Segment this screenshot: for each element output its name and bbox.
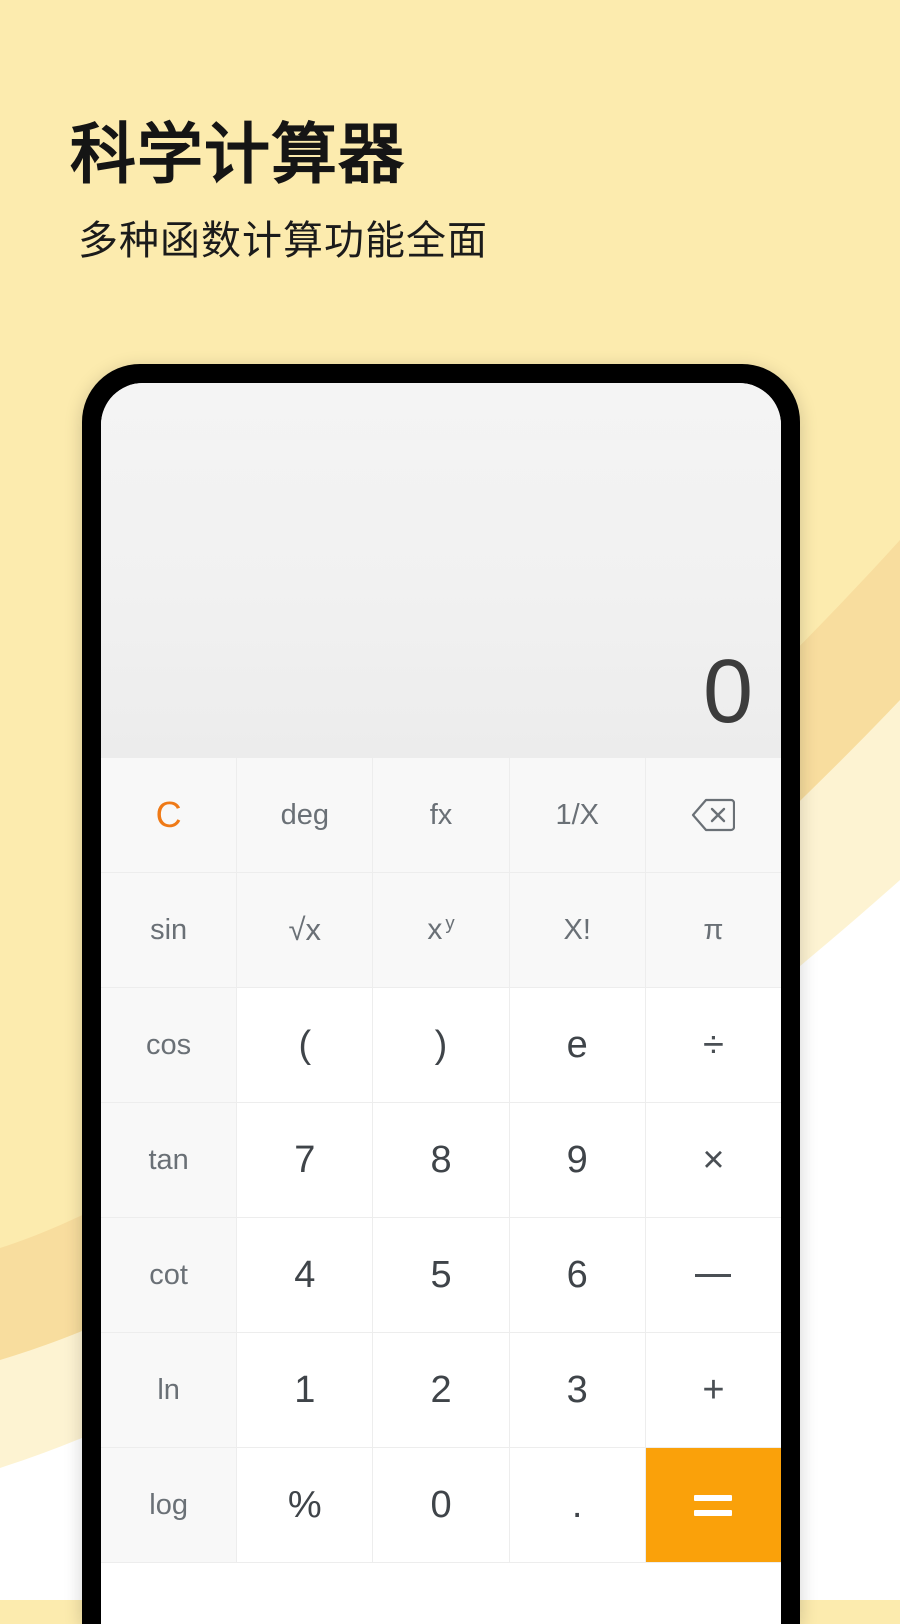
keypad-row: cos() e ÷ — [101, 988, 781, 1103]
calculator-display: 0 — [101, 383, 781, 758]
page-subtitle: 多种函数计算功能全面 — [78, 219, 488, 263]
keypad-row: Cdeg fx 1/X — [101, 758, 781, 873]
calculator-keypad: Cdeg fx 1/X sin √x x y X! π cos() e ÷ tan 7 8 9 × cot 4 5 6 l… — [101, 758, 781, 1563]
key-subtract[interactable] — [645, 1218, 781, 1333]
key-ln[interactable]: ln — [101, 1333, 238, 1448]
key-log[interactable]: log — [101, 1448, 238, 1563]
keypad-row: ln 1 2 3 + — [101, 1333, 781, 1448]
key-pi[interactable]: π — [645, 873, 781, 988]
key-cot[interactable]: cot — [101, 1218, 238, 1333]
key-fx[interactable]: fx — [373, 758, 510, 873]
keypad-row: tan 7 8 9 × — [101, 1103, 781, 1218]
key-tan[interactable]: tan — [101, 1103, 238, 1218]
key-3[interactable]: 3 — [509, 1333, 646, 1448]
keypad-row: log% 0. — [101, 1448, 781, 1563]
key-equals[interactable] — [645, 1448, 781, 1563]
backspace-icon — [691, 798, 736, 832]
keypad-row: sin √x x y X! π — [101, 873, 781, 988]
key-6[interactable]: 6 — [509, 1218, 646, 1333]
key-add[interactable]: + — [645, 1333, 781, 1448]
key-decimal[interactable]: . — [509, 1448, 646, 1563]
page-title: 科学计算器 — [70, 117, 405, 191]
key-cos[interactable]: cos — [101, 988, 238, 1103]
keypad-row: cot 4 5 6 — [101, 1218, 781, 1333]
key-backspace[interactable] — [645, 758, 781, 873]
key-paren-close[interactable]: ) — [373, 988, 510, 1103]
phone-mockup: 0 Cdeg fx 1/X sin √x x y X! π cos() e ÷ tan 7 8 9 × cot 4 5… — [82, 364, 800, 1624]
key-percent[interactable]: % — [237, 1448, 374, 1563]
key-reciprocal[interactable]: 1/X — [509, 758, 646, 873]
minus-glyph — [695, 1273, 732, 1277]
key-sin[interactable]: sin — [101, 873, 238, 988]
power-glyph: xy — [427, 911, 455, 946]
phone-screen: 0 Cdeg fx 1/X sin √x x y X! π cos() e ÷ tan 7 8 9 × cot 4 5… — [101, 383, 781, 1624]
key-sqrt[interactable]: √x — [237, 873, 374, 988]
equals-glyph — [694, 1494, 733, 1516]
key-4[interactable]: 4 — [237, 1218, 374, 1333]
key-power[interactable]: xy — [373, 873, 510, 988]
key-8[interactable]: 8 — [373, 1103, 510, 1218]
key-paren-open[interactable]: ( — [237, 988, 374, 1103]
key-divide[interactable]: ÷ — [645, 988, 781, 1103]
key-clear[interactable]: C — [101, 758, 238, 873]
key-2[interactable]: 2 — [373, 1333, 510, 1448]
key-deg[interactable]: deg — [237, 758, 374, 873]
display-value: 0 — [702, 642, 753, 742]
key-7[interactable]: 7 — [237, 1103, 374, 1218]
sqrt-glyph: √x — [288, 912, 322, 947]
key-0[interactable]: 0 — [373, 1448, 510, 1563]
key-factorial[interactable]: X! — [509, 873, 646, 988]
key-9[interactable]: 9 — [509, 1103, 646, 1218]
key-1[interactable]: 1 — [237, 1333, 374, 1448]
key-5[interactable]: 5 — [373, 1218, 510, 1333]
key-euler[interactable]: e — [509, 988, 646, 1103]
key-multiply[interactable]: × — [645, 1103, 781, 1218]
